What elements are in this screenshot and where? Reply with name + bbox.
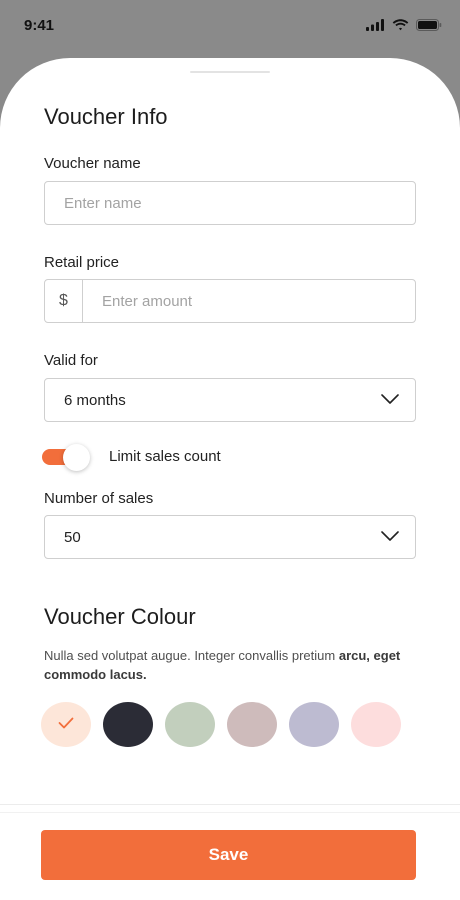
valid-for-label: Valid for: [44, 352, 98, 369]
limit-sales-toggle[interactable]: [42, 444, 90, 471]
voucher-info-title: Voucher Info: [44, 104, 168, 129]
limit-sales-label: Limit sales count: [109, 448, 221, 465]
valid-for-select[interactable]: 6 months: [44, 378, 416, 422]
voucher-colour-title: Voucher Colour: [44, 604, 196, 629]
battery-icon: [416, 19, 442, 31]
toggle-knob: [63, 444, 90, 471]
description-text: Nulla sed volutpat augue. Integer conval…: [44, 648, 339, 663]
colour-swatches: [41, 702, 401, 747]
swatch-lavender[interactable]: [289, 702, 339, 747]
voucher-colour-description: Nulla sed volutpat augue. Integer conval…: [44, 646, 424, 684]
valid-for-value: 6 months: [64, 391, 126, 409]
retail-price-field: $: [44, 279, 416, 323]
retail-price-label: Retail price: [44, 254, 120, 271]
sheet-grabber[interactable]: [190, 71, 270, 73]
number-of-sales-value: 50: [64, 528, 81, 546]
checkmark-icon: [58, 716, 74, 734]
wifi-icon: [392, 19, 409, 31]
number-of-sales-label: Number of sales: [44, 490, 154, 507]
voucher-name-label: Voucher name: [44, 155, 141, 172]
chevron-down-icon: [381, 391, 399, 409]
swatch-blush[interactable]: [351, 702, 401, 747]
signal-icon: [366, 19, 385, 31]
footer-divider: [0, 804, 460, 805]
voucher-name-input[interactable]: [45, 182, 415, 224]
currency-prefix: $: [45, 280, 83, 322]
number-of-sales-select[interactable]: 50: [44, 515, 416, 559]
footer-divider-secondary: [0, 812, 460, 813]
chevron-down-icon: [381, 528, 399, 546]
save-button[interactable]: Save: [41, 830, 416, 880]
swatch-peach[interactable]: [41, 702, 91, 747]
retail-price-input[interactable]: [83, 280, 415, 322]
voucher-name-field: [44, 181, 416, 225]
bottom-sheet: Voucher Info Voucher name Retail price $…: [0, 58, 460, 900]
swatch-charcoal[interactable]: [103, 702, 153, 747]
status-icons: [366, 19, 442, 31]
status-bar: 9:41: [0, 0, 460, 50]
swatch-mauve[interactable]: [227, 702, 277, 747]
status-time: 9:41: [24, 16, 55, 34]
swatch-sage[interactable]: [165, 702, 215, 747]
